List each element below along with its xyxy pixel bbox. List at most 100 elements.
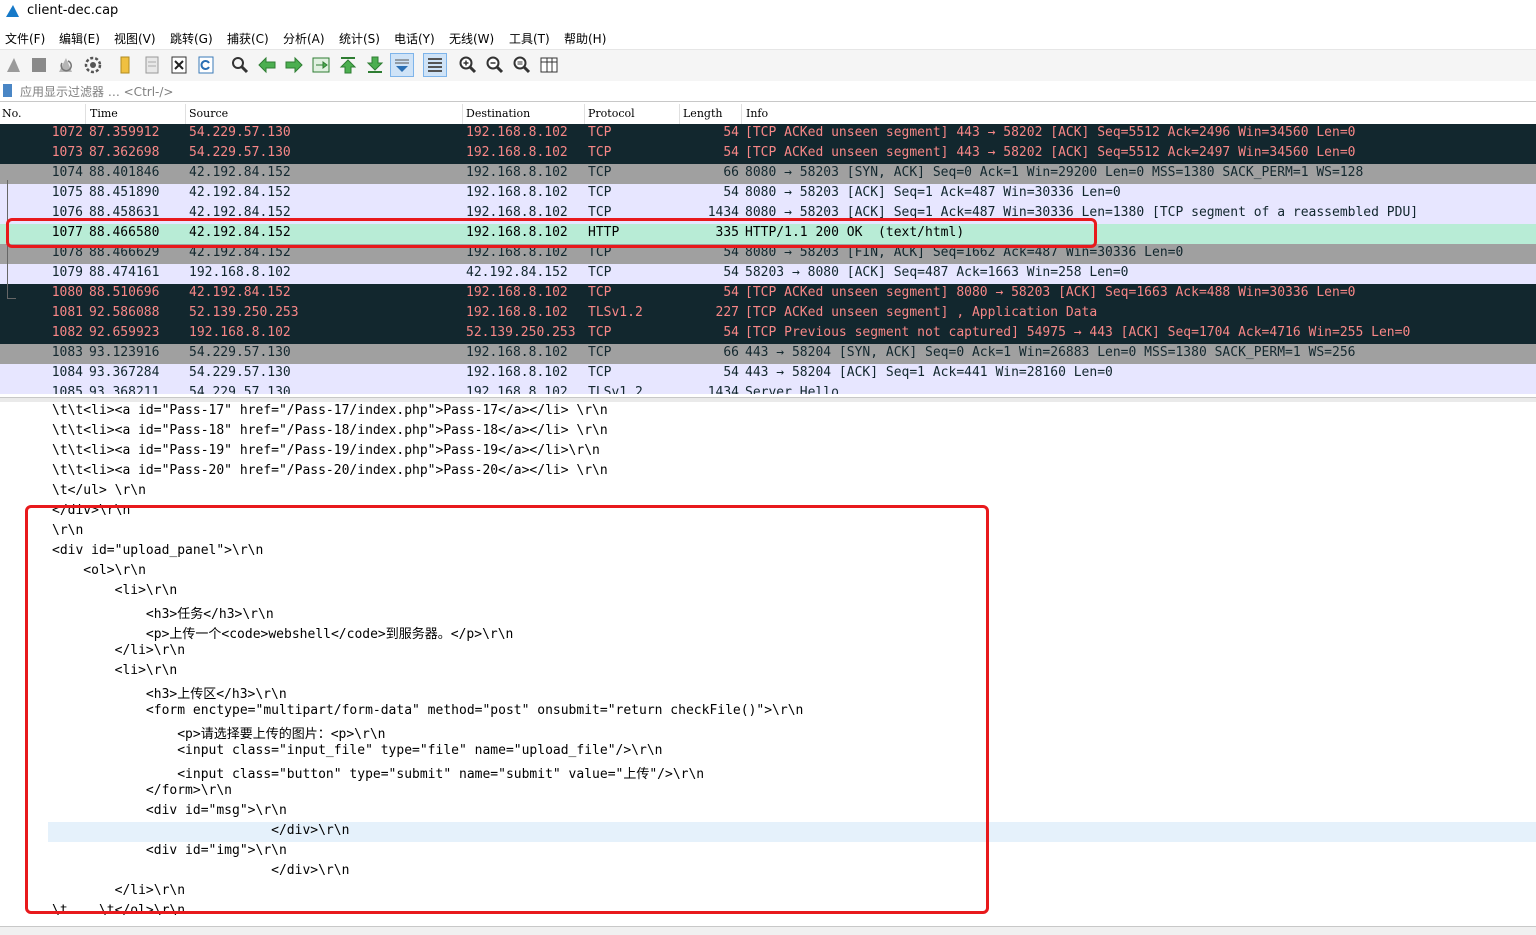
- column-time[interactable]: Time: [90, 107, 118, 120]
- text-line[interactable]: <div id="img">\r\n: [0, 842, 1536, 862]
- column-protocol[interactable]: Protocol: [588, 107, 635, 120]
- menu-go[interactable]: 跳转(G): [170, 30, 213, 47]
- text-line-content: <div id="img">\r\n: [52, 843, 287, 858]
- menu-wireless[interactable]: 无线(W): [449, 30, 494, 47]
- text-line[interactable]: <li>\r\n: [0, 662, 1536, 682]
- packet-row[interactable]: 1081 92.586088 52.139.250.253 192.168.8.102…: [0, 304, 1536, 324]
- zoom-out-icon[interactable]: [483, 53, 507, 77]
- first-packet-icon[interactable]: [336, 53, 360, 77]
- packet-row[interactable]: 1072 87.359912 54.229.57.130 192.168.8.102 T…: [0, 124, 1536, 144]
- text-line[interactable]: \t\t<li><a id="Pass-20" href="/Pass-20/i…: [0, 462, 1536, 482]
- column-length[interactable]: Length: [683, 107, 722, 120]
- packet-row[interactable]: 1075 88.451890 42.192.84.152 192.168.8.102 T…: [0, 184, 1536, 204]
- last-packet-icon[interactable]: [363, 53, 387, 77]
- text-line[interactable]: \t\t<li><a id="Pass-18" href="/Pass-18/i…: [0, 422, 1536, 442]
- go-back-arrow-icon[interactable]: [255, 53, 279, 77]
- menu-help[interactable]: 帮助(H): [564, 30, 606, 47]
- packet-row[interactable]: 1077 88.466580 42.192.84.152 192.168.8.102 H…: [0, 224, 1536, 244]
- shark-fin-start-icon[interactable]: [2, 53, 26, 77]
- menu-view[interactable]: 视图(V): [114, 30, 156, 47]
- save-file-icon[interactable]: [140, 53, 164, 77]
- zoom-in-icon[interactable]: [456, 53, 480, 77]
- packet-time: 88.401846: [89, 165, 160, 180]
- display-filter-input[interactable]: 应用显示过滤器 … <Ctrl-/>: [20, 83, 173, 100]
- packet-row[interactable]: 1076 88.458631 42.192.84.152 192.168.8.102 T…: [0, 204, 1536, 224]
- packet-source: 42.192.84.152: [189, 285, 291, 300]
- menu-file[interactable]: 文件(F): [5, 30, 45, 47]
- text-line[interactable]: <li>\r\n: [0, 582, 1536, 602]
- text-line[interactable]: </li>\r\n: [0, 642, 1536, 662]
- packet-info: [TCP ACKed unseen segment] , Application…: [745, 305, 1098, 320]
- packet-row[interactable]: 1079 88.474161 192.168.8.102 42.192.84.152 T…: [0, 264, 1536, 284]
- packet-protocol: TCP: [588, 325, 612, 340]
- text-line-content: <li>\r\n: [52, 583, 178, 598]
- display-filter-bar[interactable]: 应用显示过滤器 … <Ctrl-/>: [0, 81, 1536, 102]
- text-line[interactable]: \t\t<li><a id="Pass-17" href="/Pass-17/i…: [0, 402, 1536, 422]
- text-line[interactable]: \t \t</ol>\r\n: [0, 902, 1536, 922]
- packet-row[interactable]: 1078 88.466629 42.192.84.152 192.168.8.102 T…: [0, 244, 1536, 264]
- colorize-icon[interactable]: [423, 53, 447, 77]
- menu-analyze[interactable]: 分析(A): [283, 30, 325, 47]
- open-folder-icon[interactable]: [113, 53, 137, 77]
- packet-time: 88.474161: [89, 265, 160, 280]
- packet-no: 1084: [51, 365, 83, 380]
- packet-protocol: TCP: [588, 245, 612, 260]
- packet-row[interactable]: 1082 92.659923 192.168.8.102 52.139.250.253…: [0, 324, 1536, 344]
- column-no[interactable]: No.: [2, 107, 22, 120]
- text-line[interactable]: <input class="input_file" type="file" na…: [0, 742, 1536, 762]
- packet-row[interactable]: 1083 93.123916 54.229.57.130 192.168.8.102 T…: [0, 344, 1536, 364]
- text-line[interactable]: \t\t<li><a id="Pass-19" href="/Pass-19/i…: [0, 442, 1536, 462]
- go-to-packet-icon[interactable]: [309, 53, 333, 77]
- packet-protocol: TCP: [588, 265, 612, 280]
- column-destination[interactable]: Destination: [466, 107, 530, 120]
- reload-icon[interactable]: [194, 53, 218, 77]
- packet-protocol: TCP: [588, 205, 612, 220]
- go-forward-arrow-icon[interactable]: [282, 53, 306, 77]
- text-line[interactable]: </li>\r\n: [0, 882, 1536, 902]
- packet-row[interactable]: 1073 87.362698 54.229.57.130 192.168.8.102 T…: [0, 144, 1536, 164]
- text-line[interactable]: </div>\r\n: [0, 502, 1536, 522]
- packet-row[interactable]: 1084 93.367284 54.229.57.130 192.168.8.102 T…: [0, 364, 1536, 384]
- packet-time: 92.659923: [89, 325, 160, 340]
- menu-telephony[interactable]: 电话(Y): [394, 30, 435, 47]
- restart-fin-icon[interactable]: [54, 53, 78, 77]
- packet-no: 1082: [51, 325, 83, 340]
- stop-square-icon[interactable]: [27, 53, 51, 77]
- text-line[interactable]: <p>请选择要上传的图片：<p>\r\n: [0, 722, 1536, 742]
- packet-time: 93.123916: [89, 345, 160, 360]
- menu-capture[interactable]: 捕获(C): [227, 30, 269, 47]
- text-line[interactable]: </form>\r\n: [0, 782, 1536, 802]
- menu-edit[interactable]: 编辑(E): [59, 30, 100, 47]
- menu-statistics[interactable]: 统计(S): [339, 30, 380, 47]
- text-line[interactable]: <ol>\r\n: [0, 562, 1536, 582]
- text-line[interactable]: <h3>上传区</h3>\r\n: [0, 682, 1536, 702]
- menu-tools[interactable]: 工具(T): [509, 30, 550, 47]
- text-line[interactable]: </div>\r\n: [0, 862, 1536, 882]
- normal-size-icon[interactable]: [510, 53, 534, 77]
- packet-info: Server Hello: [745, 385, 839, 394]
- text-line-content: </form>\r\n: [52, 783, 233, 798]
- text-line[interactable]: <input class="button" type="submit" name…: [0, 762, 1536, 782]
- resize-columns-icon[interactable]: [537, 53, 561, 77]
- packet-row[interactable]: 1074 88.401846 42.192.84.152 192.168.8.102 T…: [0, 164, 1536, 184]
- close-file-icon[interactable]: [167, 53, 191, 77]
- text-line[interactable]: </div>\r\n: [48, 822, 1536, 842]
- find-magnifier-icon[interactable]: [228, 53, 252, 77]
- packet-time: 88.510696: [89, 285, 160, 300]
- packet-source: 42.192.84.152: [189, 245, 291, 260]
- text-line[interactable]: \t</ul> \r\n: [0, 482, 1536, 502]
- text-line[interactable]: <h3>任务</h3>\r\n: [0, 602, 1536, 622]
- packet-row[interactable]: 1085 93.368211 54.229.57.130 192.168.8.102 T…: [0, 384, 1536, 394]
- capture-options-gear-icon[interactable]: [81, 53, 105, 77]
- column-info[interactable]: Info: [746, 107, 768, 120]
- packet-row[interactable]: 1080 88.510696 42.192.84.152 192.168.8.102 T…: [0, 284, 1536, 304]
- text-line[interactable]: <div id="upload_panel">\r\n: [0, 542, 1536, 562]
- bookmark-icon[interactable]: [3, 84, 12, 97]
- text-line[interactable]: <div id="msg">\r\n: [0, 802, 1536, 822]
- column-source[interactable]: Source: [189, 107, 228, 120]
- text-line[interactable]: <p>上传一个<code>webshell</code>到服务器。</p>\r\…: [0, 622, 1536, 642]
- text-line[interactable]: \r\n: [0, 522, 1536, 542]
- text-line[interactable]: <form enctype="multipart/form-data" meth…: [0, 702, 1536, 722]
- autoscroll-icon[interactable]: [390, 53, 414, 77]
- packet-info: [TCP ACKed unseen segment] 443 → 58202 […: [745, 145, 1356, 160]
